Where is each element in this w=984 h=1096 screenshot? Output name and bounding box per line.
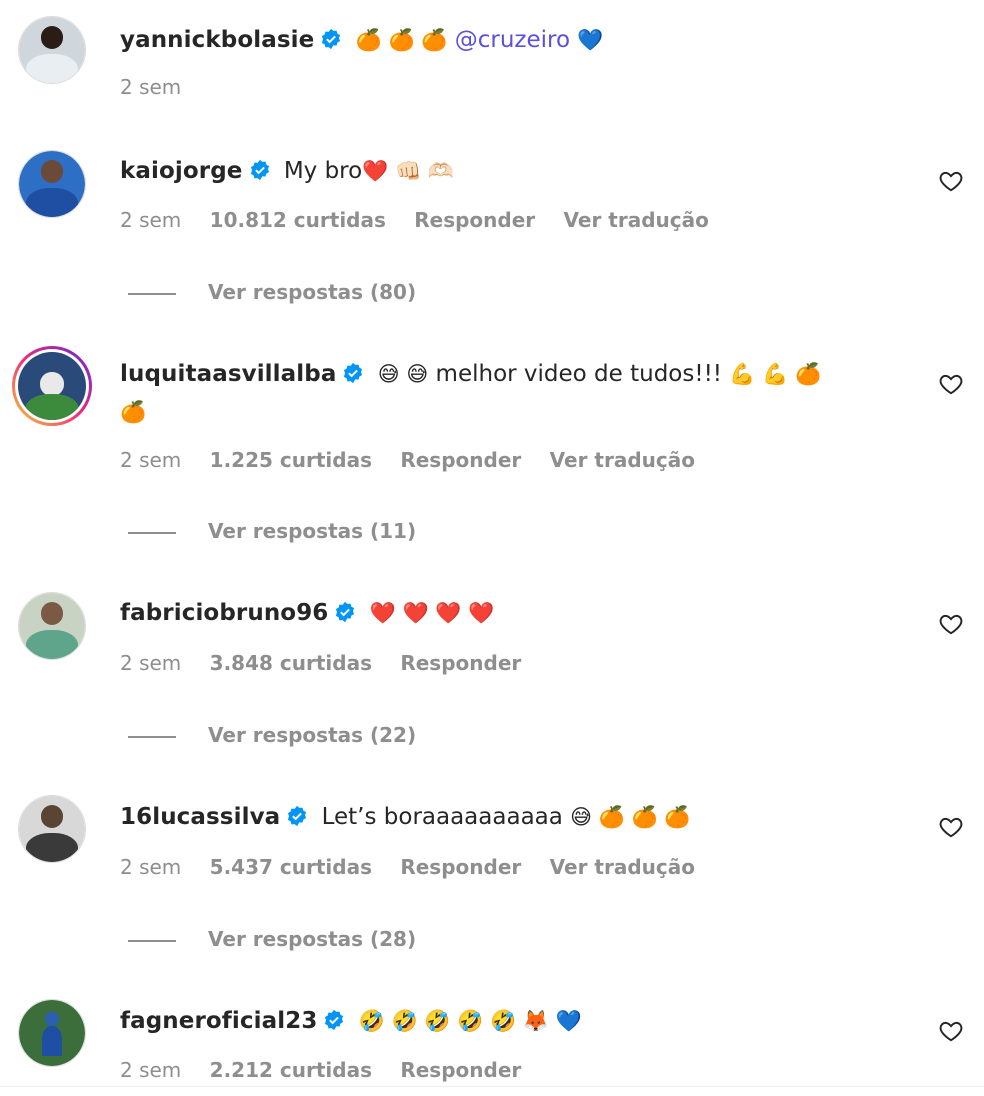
replies-divider	[128, 939, 176, 942]
comment-text: My bro	[283, 158, 363, 184]
like-count[interactable]: 5.437 curtidas	[210, 855, 372, 879]
comment-username[interactable]: yannickbolasie	[120, 27, 314, 53]
verified-badge-icon	[322, 28, 341, 50]
verified-badge-icon	[250, 159, 269, 181]
comment-time[interactable]: 2 sem	[120, 208, 181, 232]
replies-divider	[128, 531, 176, 534]
comment-username[interactable]: fagneroficial23	[120, 1008, 317, 1034]
like-heart-icon[interactable]	[938, 1018, 964, 1044]
comment-username[interactable]: fabriciobruno96	[120, 600, 328, 626]
verified-badge-icon	[336, 601, 355, 623]
like-heart-icon[interactable]	[938, 371, 964, 397]
view-replies-label: Ver respostas (28)	[208, 927, 417, 951]
like-heart-icon[interactable]	[938, 168, 964, 194]
comment-username[interactable]: kaiojorge	[120, 158, 243, 184]
translate-button[interactable]: Ver tradução	[550, 448, 695, 472]
comment-time[interactable]: 2 sem	[120, 75, 181, 99]
comment-emojis: 💙	[577, 28, 604, 52]
reply-button[interactable]: Responder	[400, 1058, 521, 1082]
view-replies-button[interactable]: Ver respostas (80)	[128, 280, 416, 304]
avatar[interactable]	[18, 592, 86, 660]
view-replies-label: Ver respostas (22)	[208, 723, 417, 747]
comment-time[interactable]: 2 sem	[120, 855, 181, 879]
replies-divider	[128, 292, 176, 295]
comment-emojis: 💪 💪 🍊	[729, 362, 822, 386]
comment-emojis: 🍊 🍊 🍊	[355, 28, 448, 52]
view-replies-button[interactable]: Ver respostas (22)	[128, 723, 416, 747]
comment-time[interactable]: 2 sem	[120, 448, 181, 472]
view-replies-button[interactable]: Ver respostas (28)	[128, 927, 416, 951]
comment-emojis: 🤣 🤣 🤣 🤣 🤣 🦊 💙	[358, 1009, 582, 1033]
avatar[interactable]	[18, 999, 86, 1067]
comment-time[interactable]: 2 sem	[120, 1058, 181, 1082]
view-replies-label: Ver respostas (80)	[208, 280, 417, 304]
comment-emojis: 😅 😅	[377, 362, 429, 386]
translate-button[interactable]: Ver tradução	[564, 208, 709, 232]
replies-divider	[128, 735, 176, 738]
like-count[interactable]: 10.812 curtidas	[210, 208, 386, 232]
avatar[interactable]	[12, 346, 92, 426]
comment-text: Let’s boraaaaaaaaaa	[321, 804, 563, 830]
like-heart-icon[interactable]	[938, 611, 964, 637]
divider	[0, 1086, 984, 1087]
verified-badge-icon	[325, 1009, 344, 1031]
comment-emojis: 😅 🍊 🍊 🍊	[570, 805, 691, 829]
like-count[interactable]: 2.212 curtidas	[210, 1058, 372, 1082]
comment-text: melhor video de tudos!!!	[435, 361, 723, 387]
like-count[interactable]: 3.848 curtidas	[210, 651, 372, 675]
avatar[interactable]	[18, 16, 86, 84]
like-heart-icon[interactable]	[938, 814, 964, 840]
verified-badge-icon	[288, 805, 307, 827]
reply-button[interactable]: Responder	[400, 651, 521, 675]
comment-emojis: 🍊	[120, 400, 147, 424]
comment-emojis: ❤️ 👊🏻 🫶🏻	[362, 159, 454, 183]
comment-username[interactable]: 16lucassilva	[120, 804, 280, 830]
like-count[interactable]: 1.225 curtidas	[210, 448, 372, 472]
comment-time[interactable]: 2 sem	[120, 651, 181, 675]
avatar[interactable]	[18, 795, 86, 863]
view-replies-label: Ver respostas (11)	[208, 519, 417, 543]
reply-button[interactable]: Responder	[400, 448, 521, 472]
mention-link[interactable]: @cruzeiro	[455, 27, 570, 53]
verified-badge-icon	[344, 362, 363, 384]
translate-button[interactable]: Ver tradução	[550, 855, 695, 879]
comment-emojis: ❤️ ❤️ ❤️ ❤️	[369, 601, 495, 625]
comment-username[interactable]: luquitaasvillalba	[120, 361, 336, 387]
view-replies-button[interactable]: Ver respostas (11)	[128, 519, 416, 543]
reply-button[interactable]: Responder	[414, 208, 535, 232]
avatar[interactable]	[18, 150, 86, 218]
reply-button[interactable]: Responder	[400, 855, 521, 879]
